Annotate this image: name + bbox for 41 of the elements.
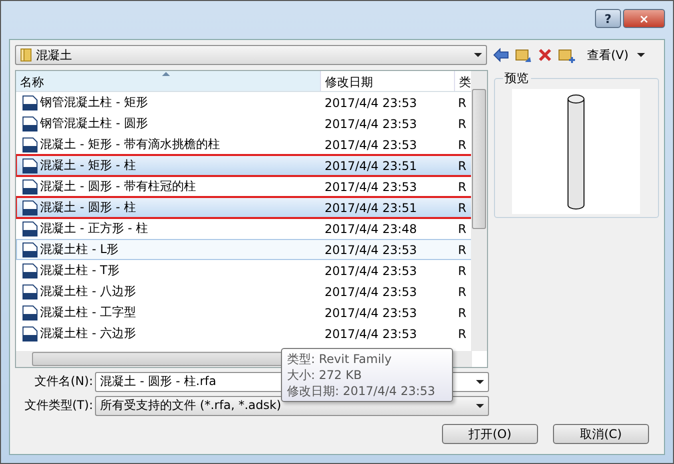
- date-cell-text: 2017/4/4 23:53: [324, 326, 418, 340]
- file-name: 钢管混凝土柱 - 矩形: [40, 94, 148, 111]
- type-cell-text: R: [457, 264, 468, 278]
- file-name: 混凝土 - 矩形 - 带有滴水挑檐的柱: [40, 136, 220, 153]
- type-cell-text: R: [457, 158, 468, 172]
- file-name: 钢管混凝土柱 - 圆形: [40, 115, 148, 132]
- tooltip-line: 类型: Revit Family: [287, 351, 393, 367]
- date-cell-text: 2017/4/4 23:53: [324, 180, 418, 194]
- type-cell-text: R: [457, 116, 468, 130]
- file-name: 混凝土柱 - 六边形: [40, 325, 136, 342]
- file-name: 混凝土 - 圆形 - 柱: [40, 199, 136, 216]
- date-cell-text: 2017/4/4 23:48: [324, 222, 418, 236]
- file-type-label: 文件类型(T):: [23, 397, 94, 414]
- type-cell-text: R: [457, 284, 468, 298]
- file-name-label: 文件名(N):: [34, 373, 94, 390]
- tooltip-line: 大小: 272 KB: [287, 367, 363, 383]
- file-name: 混凝土 - 圆形 - 带有柱冠的柱: [40, 178, 196, 195]
- file-name: 混凝土 - 正方形 - 柱: [40, 220, 148, 237]
- type-cell-text: R: [457, 96, 468, 110]
- date-cell-text: 2017/4/4 23:51: [324, 158, 418, 172]
- date-cell-text: 2017/4/4 23:53: [324, 242, 418, 256]
- date-cell-text: 2017/4/4 23:53: [324, 96, 418, 110]
- file-name: 混凝土 - 矩形 - 柱: [40, 157, 136, 174]
- type-cell-text: R: [457, 138, 468, 152]
- type-cell-text: R: [457, 306, 468, 320]
- type-cell-text: R: [457, 200, 468, 214]
- file-name: 混凝土柱 - 八边形: [40, 283, 136, 300]
- type-cell-text: R: [457, 242, 468, 256]
- date-cell-text: 2017/4/4 23:53: [324, 306, 418, 320]
- date-cell-text: 2017/4/4 23:51: [324, 200, 418, 214]
- date-cell-text: 2017/4/4 23:53: [324, 138, 418, 152]
- file-name: 混凝土柱 - T形: [40, 262, 120, 279]
- file-name: 混凝土柱 - L形: [40, 241, 119, 258]
- preview-title: 预览: [502, 70, 531, 87]
- type-cell-text: R: [457, 326, 468, 340]
- type-cell-text: R: [457, 180, 468, 194]
- date-cell-text: 2017/4/4 23:53: [324, 264, 418, 278]
- date-cell-text: 2017/4/4 23:53: [324, 116, 418, 130]
- date-cell-text: 2017/4/4 23:53: [324, 284, 418, 298]
- type-cell-text: R: [457, 222, 468, 236]
- file-name: 混凝土柱 - 工字型: [40, 304, 136, 321]
